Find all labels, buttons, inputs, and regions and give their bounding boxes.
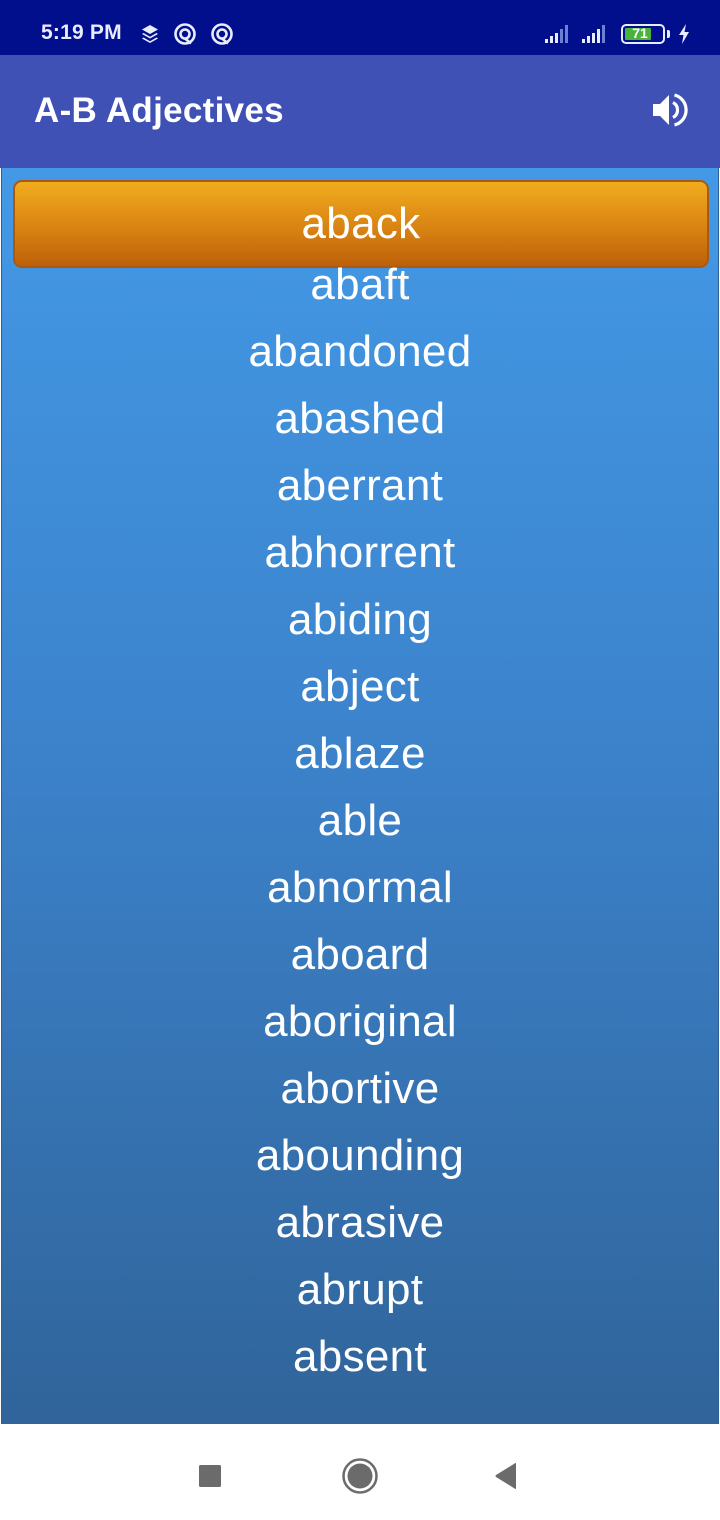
list-item[interactable]: abrasive — [2, 1189, 718, 1256]
list-item[interactable]: abiding — [2, 586, 718, 653]
status-time: 5:19 PM — [41, 21, 122, 44]
list-item-label: able — [317, 795, 403, 845]
app-title: A-B Adjectives — [34, 91, 284, 130]
navigation-bar — [0, 1424, 720, 1520]
recents-icon — [199, 1465, 221, 1487]
list-item[interactable]: aboriginal — [2, 988, 718, 1055]
list-item-label: abject — [300, 661, 420, 711]
status-system-icons: 71 — [545, 24, 690, 44]
list-item[interactable]: abhorrent — [2, 519, 718, 586]
volume-up-icon — [653, 93, 688, 127]
list-item[interactable]: able — [2, 787, 718, 854]
list-item-label: abhorrent — [264, 527, 456, 577]
word-list[interactable]: aback abaft abandoned abashed aberrant abhorr… — [1, 168, 719, 1424]
signal-icon — [545, 25, 568, 43]
list-item[interactable]: abashed — [2, 385, 718, 452]
back-button[interactable] — [486, 1456, 526, 1496]
status-notification-icons — [140, 22, 234, 46]
list-item-label: ablaze — [294, 728, 426, 778]
list-item-label: abortive — [280, 1063, 440, 1113]
list-item[interactable]: abandoned — [2, 318, 718, 385]
list-item[interactable]: abrupt — [2, 1256, 718, 1323]
signal-icon — [582, 25, 605, 43]
list-item-label: abandoned — [248, 326, 472, 376]
list-item-label: aback — [301, 199, 421, 248]
list-item-label: abashed — [274, 393, 446, 443]
list-item[interactable]: abject — [2, 653, 718, 720]
list-item-label: abiding — [287, 594, 432, 644]
list-item-label: abnormal — [267, 862, 453, 912]
sound-button[interactable] — [640, 80, 700, 140]
home-icon — [342, 1458, 378, 1494]
list-item[interactable]: absent — [2, 1323, 718, 1390]
list-item-label: aboriginal — [263, 996, 457, 1046]
home-button[interactable] — [340, 1456, 380, 1496]
list-item-label: aberrant — [276, 460, 444, 510]
data-saver-icon — [174, 23, 196, 45]
list-item[interactable]: ablaze — [2, 720, 718, 787]
list-item-label: abrasive — [275, 1197, 445, 1247]
list-item[interactable]: aberrant — [2, 452, 718, 519]
app-bar: A-B Adjectives — [0, 55, 720, 168]
list-item[interactable]: abaft — [2, 251, 718, 318]
list-item[interactable]: abnormal — [2, 854, 718, 921]
list-item-label: abounding — [255, 1130, 465, 1180]
back-icon — [495, 1462, 516, 1490]
recents-button[interactable] — [190, 1456, 230, 1496]
list-item[interactable]: abortive — [2, 1055, 718, 1122]
list-item-label: absent — [293, 1331, 427, 1381]
layers-icon — [142, 25, 158, 43]
battery-icon: 71 — [621, 24, 665, 44]
charging-icon — [679, 24, 689, 44]
battery-nub — [667, 30, 670, 38]
list-item-label: aboard — [290, 929, 430, 979]
list-item[interactable]: aboard — [2, 921, 718, 988]
list-item-label: abaft — [310, 259, 410, 309]
list-item-label: abrupt — [296, 1264, 424, 1314]
battery-level: 71 — [632, 25, 648, 41]
list-item[interactable]: abounding — [2, 1122, 718, 1189]
data-saver-icon — [211, 23, 233, 45]
status-bar: 5:19 PM 71 — [0, 0, 720, 55]
